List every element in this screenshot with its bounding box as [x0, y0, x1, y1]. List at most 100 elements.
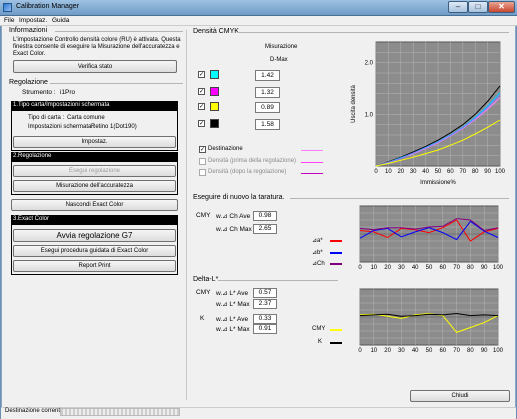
x-tick-label: 100	[493, 348, 504, 354]
menu-help[interactable]: Guida	[52, 17, 69, 24]
report-print-button[interactable]: Report Print	[13, 260, 176, 272]
x-tick-label: 60	[439, 348, 446, 354]
x-tick-label: 70	[459, 169, 466, 175]
yellow-swatch	[210, 102, 219, 111]
instrument-value: i1Pro	[60, 89, 76, 96]
target-checkbox[interactable]: ✓	[199, 146, 206, 153]
settings-button[interactable]: Impostaz.	[13, 136, 176, 148]
check-status-button[interactable]: Verifica stato	[13, 60, 177, 73]
yellow-dmax-value: 0.89	[255, 102, 280, 113]
before-regulation-checkbox[interactable]	[199, 158, 206, 165]
info-text-line1: L'impostazione Controllo densità colore …	[13, 37, 181, 43]
close-window-button[interactable]: ✕	[488, 1, 515, 13]
x-tick-label: 80	[467, 265, 474, 271]
x-tick-label: 40	[412, 265, 419, 271]
recal-ave-value: 0.98	[253, 211, 277, 221]
x-tick-label: 60	[439, 265, 446, 271]
magenta-checkbox[interactable]: ✓	[198, 88, 205, 95]
exact-color-wizard-button[interactable]: Esegui procedura guidata di Exact Color	[13, 245, 176, 257]
legend-cmy-label: CMY	[312, 326, 326, 332]
x-tick-label: 70	[453, 348, 460, 354]
divider	[290, 198, 509, 199]
instrument-label: Strumento :	[22, 89, 56, 96]
delta-l-k-ave-value: 0.33	[253, 314, 277, 324]
target-legend-line	[301, 150, 323, 151]
start-g7-button[interactable]: Avvia regolazione G7	[13, 229, 176, 242]
x-axis-label: Immissione%	[420, 180, 456, 186]
divider	[50, 83, 183, 84]
magenta-dmax-value: 1.32	[255, 87, 280, 98]
y-tick-label: 2.0	[365, 61, 374, 67]
black-checkbox[interactable]: ✓	[198, 120, 205, 127]
y-tick-label: 1.0	[365, 112, 374, 118]
menu-bar	[0, 16, 517, 26]
close-button[interactable]: Chiudi	[410, 390, 510, 402]
x-tick-label: 50	[426, 348, 433, 354]
x-tick-label: 0	[358, 348, 362, 354]
status-label: Destinazione corrente	[5, 408, 64, 414]
legend-delta-ch-label: ⊿Ch	[312, 261, 325, 267]
y-axis-label: Uscita densità	[351, 84, 357, 122]
delta-l-chart: 0 10 20 30 40 50 60 70 80 90 100	[358, 288, 504, 354]
menu-settings[interactable]: Impostaz.	[19, 17, 47, 24]
x-tick-label: 80	[472, 169, 479, 175]
divider	[237, 32, 509, 33]
column-divider	[186, 30, 187, 400]
accuracy-measurement-button[interactable]: Misurazione dell'accuratezza	[13, 180, 176, 192]
x-tick-label: 10	[370, 348, 377, 354]
hide-exact-color-button[interactable]: Nascondi Exact Color	[11, 199, 178, 211]
x-tick-label: 0	[374, 169, 378, 175]
x-tick-label: 10	[385, 169, 392, 175]
delta-l-cmy-ave-label: w.⊿ L* Ave	[216, 290, 249, 297]
menu-file[interactable]: File	[4, 17, 14, 24]
current-target-field	[60, 408, 180, 416]
info-heading: Informazioni	[9, 27, 48, 34]
legend-k-label: K	[318, 339, 323, 345]
x-tick-label: 40	[422, 169, 429, 175]
delta-l-k-label: K	[200, 315, 205, 322]
x-tick-label: 30	[398, 265, 405, 271]
screen-value: Retino 1(Dot190)	[91, 124, 137, 130]
after-regulation-legend-line	[301, 173, 323, 174]
info-text-line2: finestra consente di eseguire la Misuraz…	[13, 44, 180, 50]
delta-l-k-max-label: w.⊿ L* Max	[216, 326, 250, 333]
magenta-swatch	[210, 87, 219, 96]
legend-cmy-line	[330, 329, 342, 331]
yellow-checkbox[interactable]: ✓	[198, 103, 205, 110]
x-tick-label: 40	[412, 348, 419, 354]
black-swatch	[210, 119, 219, 128]
measurement-header: Misurazione	[265, 44, 298, 50]
x-tick-label: 60	[447, 169, 454, 175]
density-chart: 0 10 20 30 40 50 60 70 80 90 100 1.0 2.0 Uscita densi…	[351, 41, 506, 186]
x-tick-label: 20	[384, 265, 391, 271]
app-icon	[3, 3, 12, 12]
delta-l-cmy-max-value: 2.37	[253, 299, 277, 309]
x-tick-label: 70	[453, 265, 460, 271]
minimize-button[interactable]: –	[448, 1, 468, 13]
x-tick-label: 0	[358, 265, 362, 271]
legend-delta-a-label: ⊿a*	[312, 238, 323, 244]
before-regulation-legend-line	[301, 162, 323, 163]
x-tick-label: 80	[467, 348, 474, 354]
x-tick-label: 10	[370, 265, 377, 271]
x-tick-label: 100	[495, 169, 506, 175]
cyan-checkbox[interactable]: ✓	[198, 71, 205, 78]
delta-l-cmy-label: CMY	[196, 289, 211, 296]
recal-max-value: 2.65	[253, 224, 277, 234]
delta-l-k-ave-label: w.⊿ L* Ave	[216, 316, 249, 323]
delta-l-cmy-ave-value: 0.57	[253, 288, 277, 298]
before-regulation-label: Densità (prima della regolazione)	[208, 158, 297, 164]
run-regulation-button[interactable]: Esegui regolazione	[13, 165, 176, 177]
x-tick-label: 20	[384, 348, 391, 354]
section1-title: 1.Tipo carta/Impostazioni schermata	[11, 101, 178, 111]
after-regulation-checkbox[interactable]	[199, 169, 206, 176]
paper-value: Carta comune	[67, 115, 105, 121]
divider	[218, 280, 338, 281]
cyan-swatch	[210, 70, 219, 79]
legend-delta-ch-line	[330, 263, 342, 265]
section3-title: 3.Exact Color	[11, 215, 178, 225]
x-tick-label: 50	[426, 265, 433, 271]
maximize-button[interactable]: □	[468, 1, 488, 13]
recal-ave-label: w.⊿ Ch Ave	[216, 213, 251, 220]
window-title: Calibration Manager	[16, 3, 80, 10]
